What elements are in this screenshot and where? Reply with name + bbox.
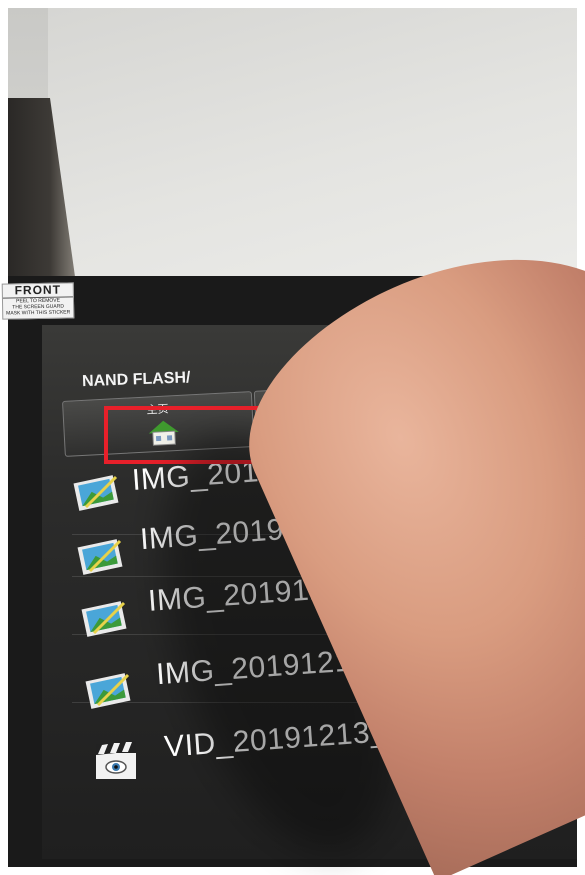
image-file-icon [73,475,119,511]
sticker-line-3: MASK WITH THIS STICKER [6,309,71,317]
path-label-text: NAND FLASH/ [81,369,191,391]
video-file-icon [96,741,136,779]
background-box [48,8,577,283]
sticker-title: FRONT [2,283,73,299]
image-file-icon [81,601,127,637]
image-file-icon [85,673,131,709]
front-sticker: FRONT PEEL TO REMOVE THE SCREEN GUARD MA… [1,282,75,320]
